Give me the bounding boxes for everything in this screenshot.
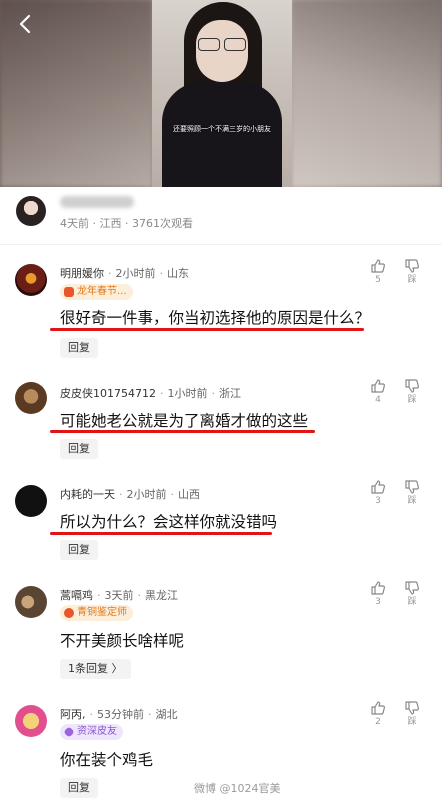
watermark: 微博 @1024官美 — [194, 782, 281, 795]
reply-button[interactable]: 回复 — [60, 439, 98, 459]
comment-header: 阿丙, · 53分钟前 · 湖北 — [60, 708, 178, 721]
dislike-label: 踩 — [407, 395, 417, 405]
comment-header: 内耗的一天 · 2小时前 · 山西 — [60, 488, 200, 501]
like-button[interactable]: 3 — [368, 479, 388, 506]
video-frame — [152, 0, 292, 187]
like-count: 3 — [375, 597, 381, 607]
comment-location: 山东 — [167, 267, 189, 280]
highlight-underline — [50, 328, 364, 331]
comment-time: 53分钟前 — [97, 708, 144, 721]
highlight-underline — [50, 532, 272, 535]
dislike-button[interactable]: 踩 — [402, 479, 422, 506]
like-button[interactable]: 5 — [368, 258, 388, 285]
like-count: 3 — [375, 496, 381, 506]
comment-username[interactable]: 蒿嗝鸡 — [60, 589, 93, 602]
comment-actions: 3 踩 — [368, 580, 438, 616]
user-badge: 龙年春节... — [60, 284, 133, 300]
comment-item: 蒿嗝鸡 · 3天前 · 黑龙江 青铜鉴定师 不开美颜长啥样呢 1条回复 〉 3 踩 — [0, 580, 442, 680]
comment-username[interactable]: 明朋媛你 — [60, 267, 104, 280]
video-player[interactable]: 还要照顾一个不满三岁的小朋友 — [0, 0, 442, 187]
highlight-underline — [50, 430, 315, 433]
gem-badge-icon — [63, 726, 75, 738]
divider — [0, 244, 442, 245]
comment-item: 内耗的一天 · 2小时前 · 山西 所以为什么？会这样你就没错吗 回复 3 踩 — [0, 479, 442, 569]
comment-time: 1小时前 — [167, 387, 208, 400]
thumbs-down-icon — [402, 378, 422, 394]
dislike-label: 踩 — [407, 597, 417, 607]
comment-avatar[interactable] — [15, 705, 47, 737]
comment-location: 黑龙江 — [145, 589, 178, 602]
comment-location: 山西 — [178, 488, 200, 501]
comment-avatar[interactable] — [15, 382, 47, 414]
comment-username[interactable]: 皮皮侠101754712 — [60, 387, 156, 400]
comment-header: 皮皮侠101754712 · 1小时前 · 浙江 — [60, 387, 241, 400]
comment-time: 3天前 — [104, 589, 134, 602]
dislike-label: 踩 — [407, 496, 417, 506]
dislike-button[interactable]: 踩 — [402, 378, 422, 405]
comment-avatar[interactable] — [15, 485, 47, 517]
medal-badge-icon — [64, 608, 74, 618]
thumbs-up-icon — [368, 378, 388, 394]
video-blur-right — [292, 0, 442, 187]
comment-item: 明朋媛你 · 2小时前 · 山东 龙年春节... 很好奇一件事，你当初选择他的原因是什么… — [0, 258, 442, 368]
author-row: 4天前 · 江西 · 3761次观看 — [0, 190, 442, 242]
thumbs-down-icon — [402, 479, 422, 495]
like-count: 2 — [375, 717, 381, 727]
comment-avatar[interactable] — [15, 264, 47, 296]
user-badge: 青铜鉴定师 — [60, 605, 133, 621]
comment-time: 2小时前 — [126, 488, 167, 501]
thumbs-up-icon — [368, 258, 388, 274]
comment-text: 所以为什么？会这样你就没错吗 — [60, 513, 278, 531]
comment-text: 你在装个鸡毛 — [60, 751, 154, 769]
thumbs-down-icon — [402, 700, 422, 716]
author-meta: 4天前 · 江西 · 3761次观看 — [60, 217, 193, 230]
like-button[interactable]: 3 — [368, 580, 388, 607]
comment-actions: 5 踩 — [368, 258, 438, 294]
dislike-label: 踩 — [407, 275, 417, 285]
thumbs-down-icon — [402, 580, 422, 596]
comment-actions: 3 踩 — [368, 479, 438, 515]
thumbs-down-icon — [402, 258, 422, 274]
author-avatar[interactable] — [16, 196, 46, 226]
comment-text: 可能她老公就是为了离婚才做的这些 — [60, 412, 309, 430]
reply-button[interactable]: 回复 — [60, 540, 98, 560]
reply-button[interactable]: 回复 — [60, 778, 98, 798]
comment-location: 浙江 — [219, 387, 241, 400]
like-button[interactable]: 4 — [368, 378, 388, 405]
comment-item: 皮皮侠101754712 · 1小时前 · 浙江 可能她老公就是为了离婚才做的这些 回复… — [0, 376, 442, 466]
like-count: 4 — [375, 395, 381, 405]
video-subtitle: 还要照顾一个不满三岁的小朋友 — [173, 125, 271, 133]
thumbs-up-icon — [368, 700, 388, 716]
comment-time: 2小时前 — [115, 267, 156, 280]
like-button[interactable]: 2 — [368, 700, 388, 727]
comment-actions: 2 踩 — [368, 700, 438, 736]
comment-header: 蒿嗝鸡 · 3天前 · 黑龙江 — [60, 589, 178, 602]
comment-text: 很好奇一件事，你当初选择他的原因是什么？ — [60, 309, 371, 327]
comment-avatar[interactable] — [15, 586, 47, 618]
comment-header: 明朋媛你 · 2小时前 · 山东 — [60, 267, 189, 280]
thumbs-up-icon — [368, 479, 388, 495]
reply-button[interactable]: 回复 — [60, 338, 98, 358]
dislike-label: 踩 — [407, 717, 417, 727]
thumbs-up-icon — [368, 580, 388, 596]
comment-actions: 4 踩 — [368, 378, 438, 414]
dislike-button[interactable]: 踩 — [402, 580, 422, 607]
dislike-button[interactable]: 踩 — [402, 700, 422, 727]
like-count: 5 — [375, 275, 381, 285]
dislike-button[interactable]: 踩 — [402, 258, 422, 285]
replies-button[interactable]: 1条回复 〉 — [60, 659, 131, 679]
comment-location: 湖北 — [155, 708, 178, 721]
author-name-blurred — [60, 196, 134, 208]
back-icon[interactable] — [14, 12, 38, 36]
comment-text: 不开美颜长啥样呢 — [60, 632, 185, 650]
user-badge: 资深皮友 — [60, 724, 123, 740]
comment-username[interactable]: 阿丙, — [60, 708, 86, 721]
comment-username[interactable]: 内耗的一天 — [60, 488, 115, 501]
dragon-badge-icon — [64, 287, 74, 297]
